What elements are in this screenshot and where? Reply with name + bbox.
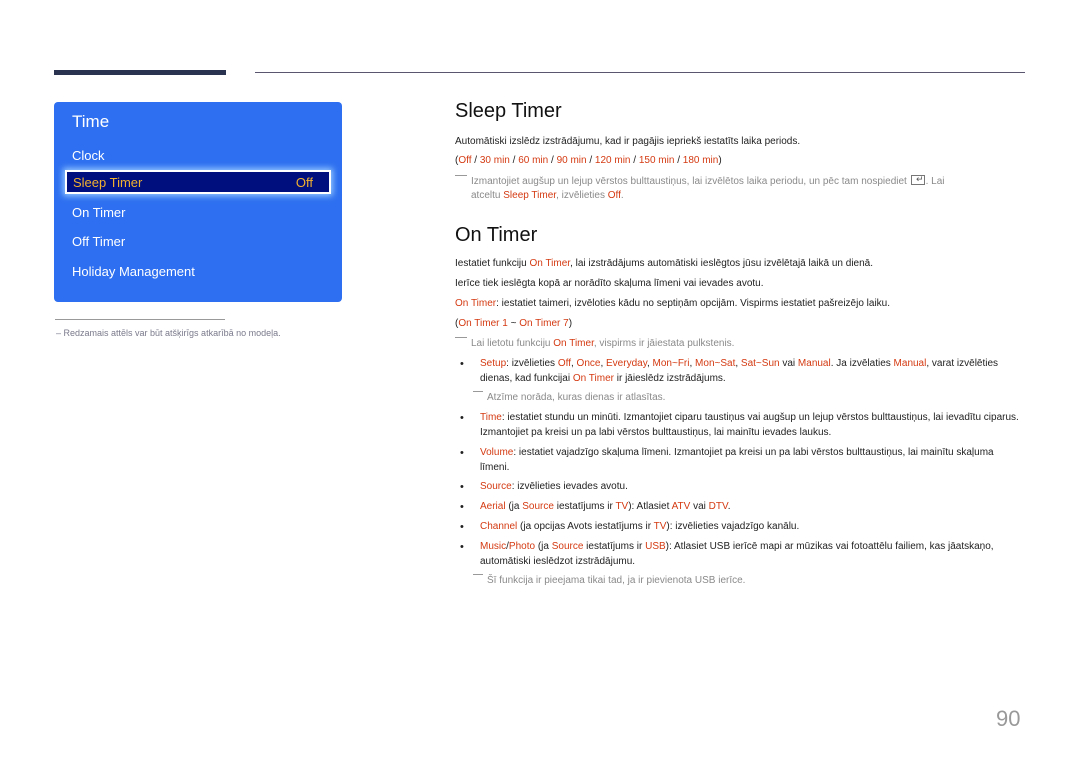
on-timer-options-desc: On Timer: iestatiet taimeri, izvēloties … bbox=[455, 298, 891, 309]
bullet-aerial: Aerial (ja Source iestatījums ir TV): At… bbox=[460, 500, 1020, 515]
bullet-music-photo: Music/Photo (ja Source iestatījums ir US… bbox=[460, 540, 1020, 569]
on-timer-intro: Iestatiet funkciju On Timer, lai izstrād… bbox=[455, 258, 874, 269]
bullet-setup: Setup: izvēlieties Off, Once, Everyday, … bbox=[460, 357, 1020, 386]
image-footnote: – Redzamais attēls var būt atšķirīgs atk… bbox=[56, 328, 281, 338]
header-rule-thick bbox=[54, 70, 226, 75]
footnote-divider bbox=[55, 319, 225, 320]
time-menu-panel: Time Clock Sleep Timer Off On Timer Off … bbox=[54, 102, 342, 302]
sleep-timer-description: Automātiski izslēdz izstrādājumu, kad ir… bbox=[455, 136, 801, 147]
menu-item-on-timer[interactable]: On Timer bbox=[72, 205, 125, 220]
sleep-timer-options: (Off / 30 min / 60 min / 90 min / 120 mi… bbox=[455, 155, 722, 166]
menu-title: Time bbox=[72, 112, 110, 131]
on-timer-device-note: Ierīce tiek ieslēgta kopā ar norādīto sk… bbox=[455, 278, 764, 289]
bullet-time: Time: iestatiet stundu un minūti. Izmant… bbox=[460, 411, 1020, 440]
section-heading-sleep-timer: Sleep Timer bbox=[455, 100, 562, 122]
setup-note: Atzīme norāda, kuras dienas ir atlasītas… bbox=[473, 391, 665, 405]
on-timer-range: (On Timer 1 ~ On Timer 7) bbox=[455, 318, 573, 329]
section-heading-on-timer: On Timer bbox=[455, 224, 538, 246]
bullet-volume: Volume: iestatiet vajadzīgo skaļuma līme… bbox=[460, 446, 1020, 475]
menu-item-holiday-management[interactable]: Holiday Management bbox=[72, 264, 195, 279]
enter-key-icon bbox=[910, 172, 925, 186]
usb-note: Šī funkcija ir pieejama tikai tad, ja ir… bbox=[473, 574, 745, 588]
header-rule-thin bbox=[255, 72, 1025, 73]
menu-item-sleep-timer[interactable]: Sleep Timer Off bbox=[65, 170, 331, 194]
menu-item-label: Sleep Timer bbox=[73, 174, 143, 190]
bullet-source: Source: izvēlieties ievades avotu. bbox=[460, 480, 1020, 495]
on-timer-clock-note: Lai lietotu funkciju On Timer, vispirms … bbox=[455, 337, 734, 351]
sleep-timer-note: Izmantojiet augšup un lejup vērstos bult… bbox=[455, 172, 1030, 203]
bullet-channel: Channel (ja opcijas Avots iestatījums ir… bbox=[460, 520, 1020, 535]
menu-item-off-timer[interactable]: Off Timer bbox=[72, 234, 125, 249]
menu-item-value: Off bbox=[295, 174, 313, 190]
page-number: 90 bbox=[996, 706, 1021, 731]
menu-item-clock[interactable]: Clock bbox=[72, 148, 105, 163]
